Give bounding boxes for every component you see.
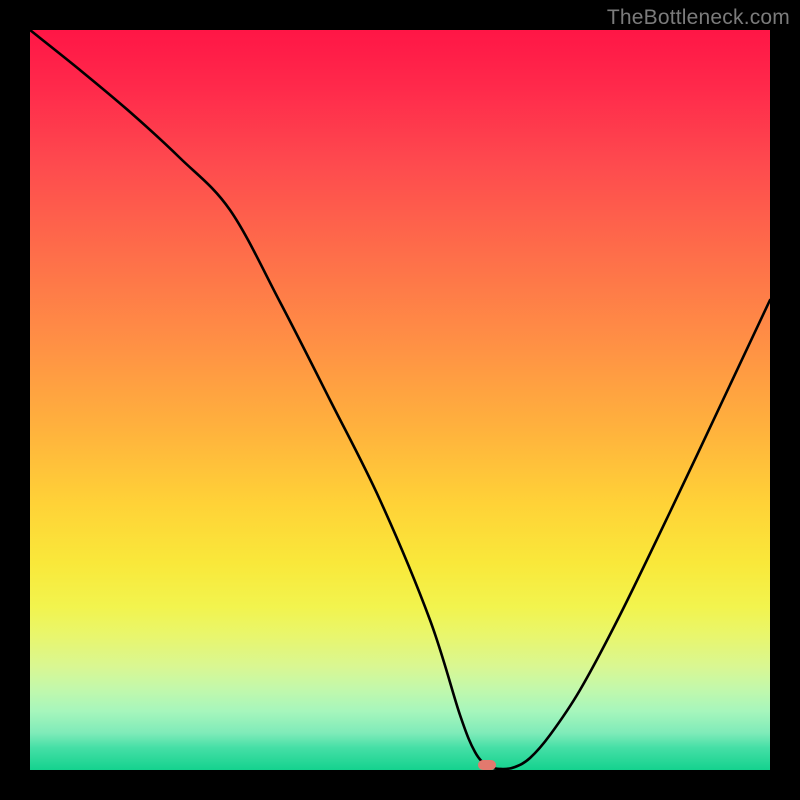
bottleneck-curve-path — [30, 30, 770, 769]
curve-svg — [30, 30, 770, 770]
optimal-point-marker — [478, 760, 496, 770]
plot-area — [30, 30, 770, 770]
chart-container: TheBottleneck.com — [0, 0, 800, 800]
watermark-text: TheBottleneck.com — [607, 6, 790, 30]
